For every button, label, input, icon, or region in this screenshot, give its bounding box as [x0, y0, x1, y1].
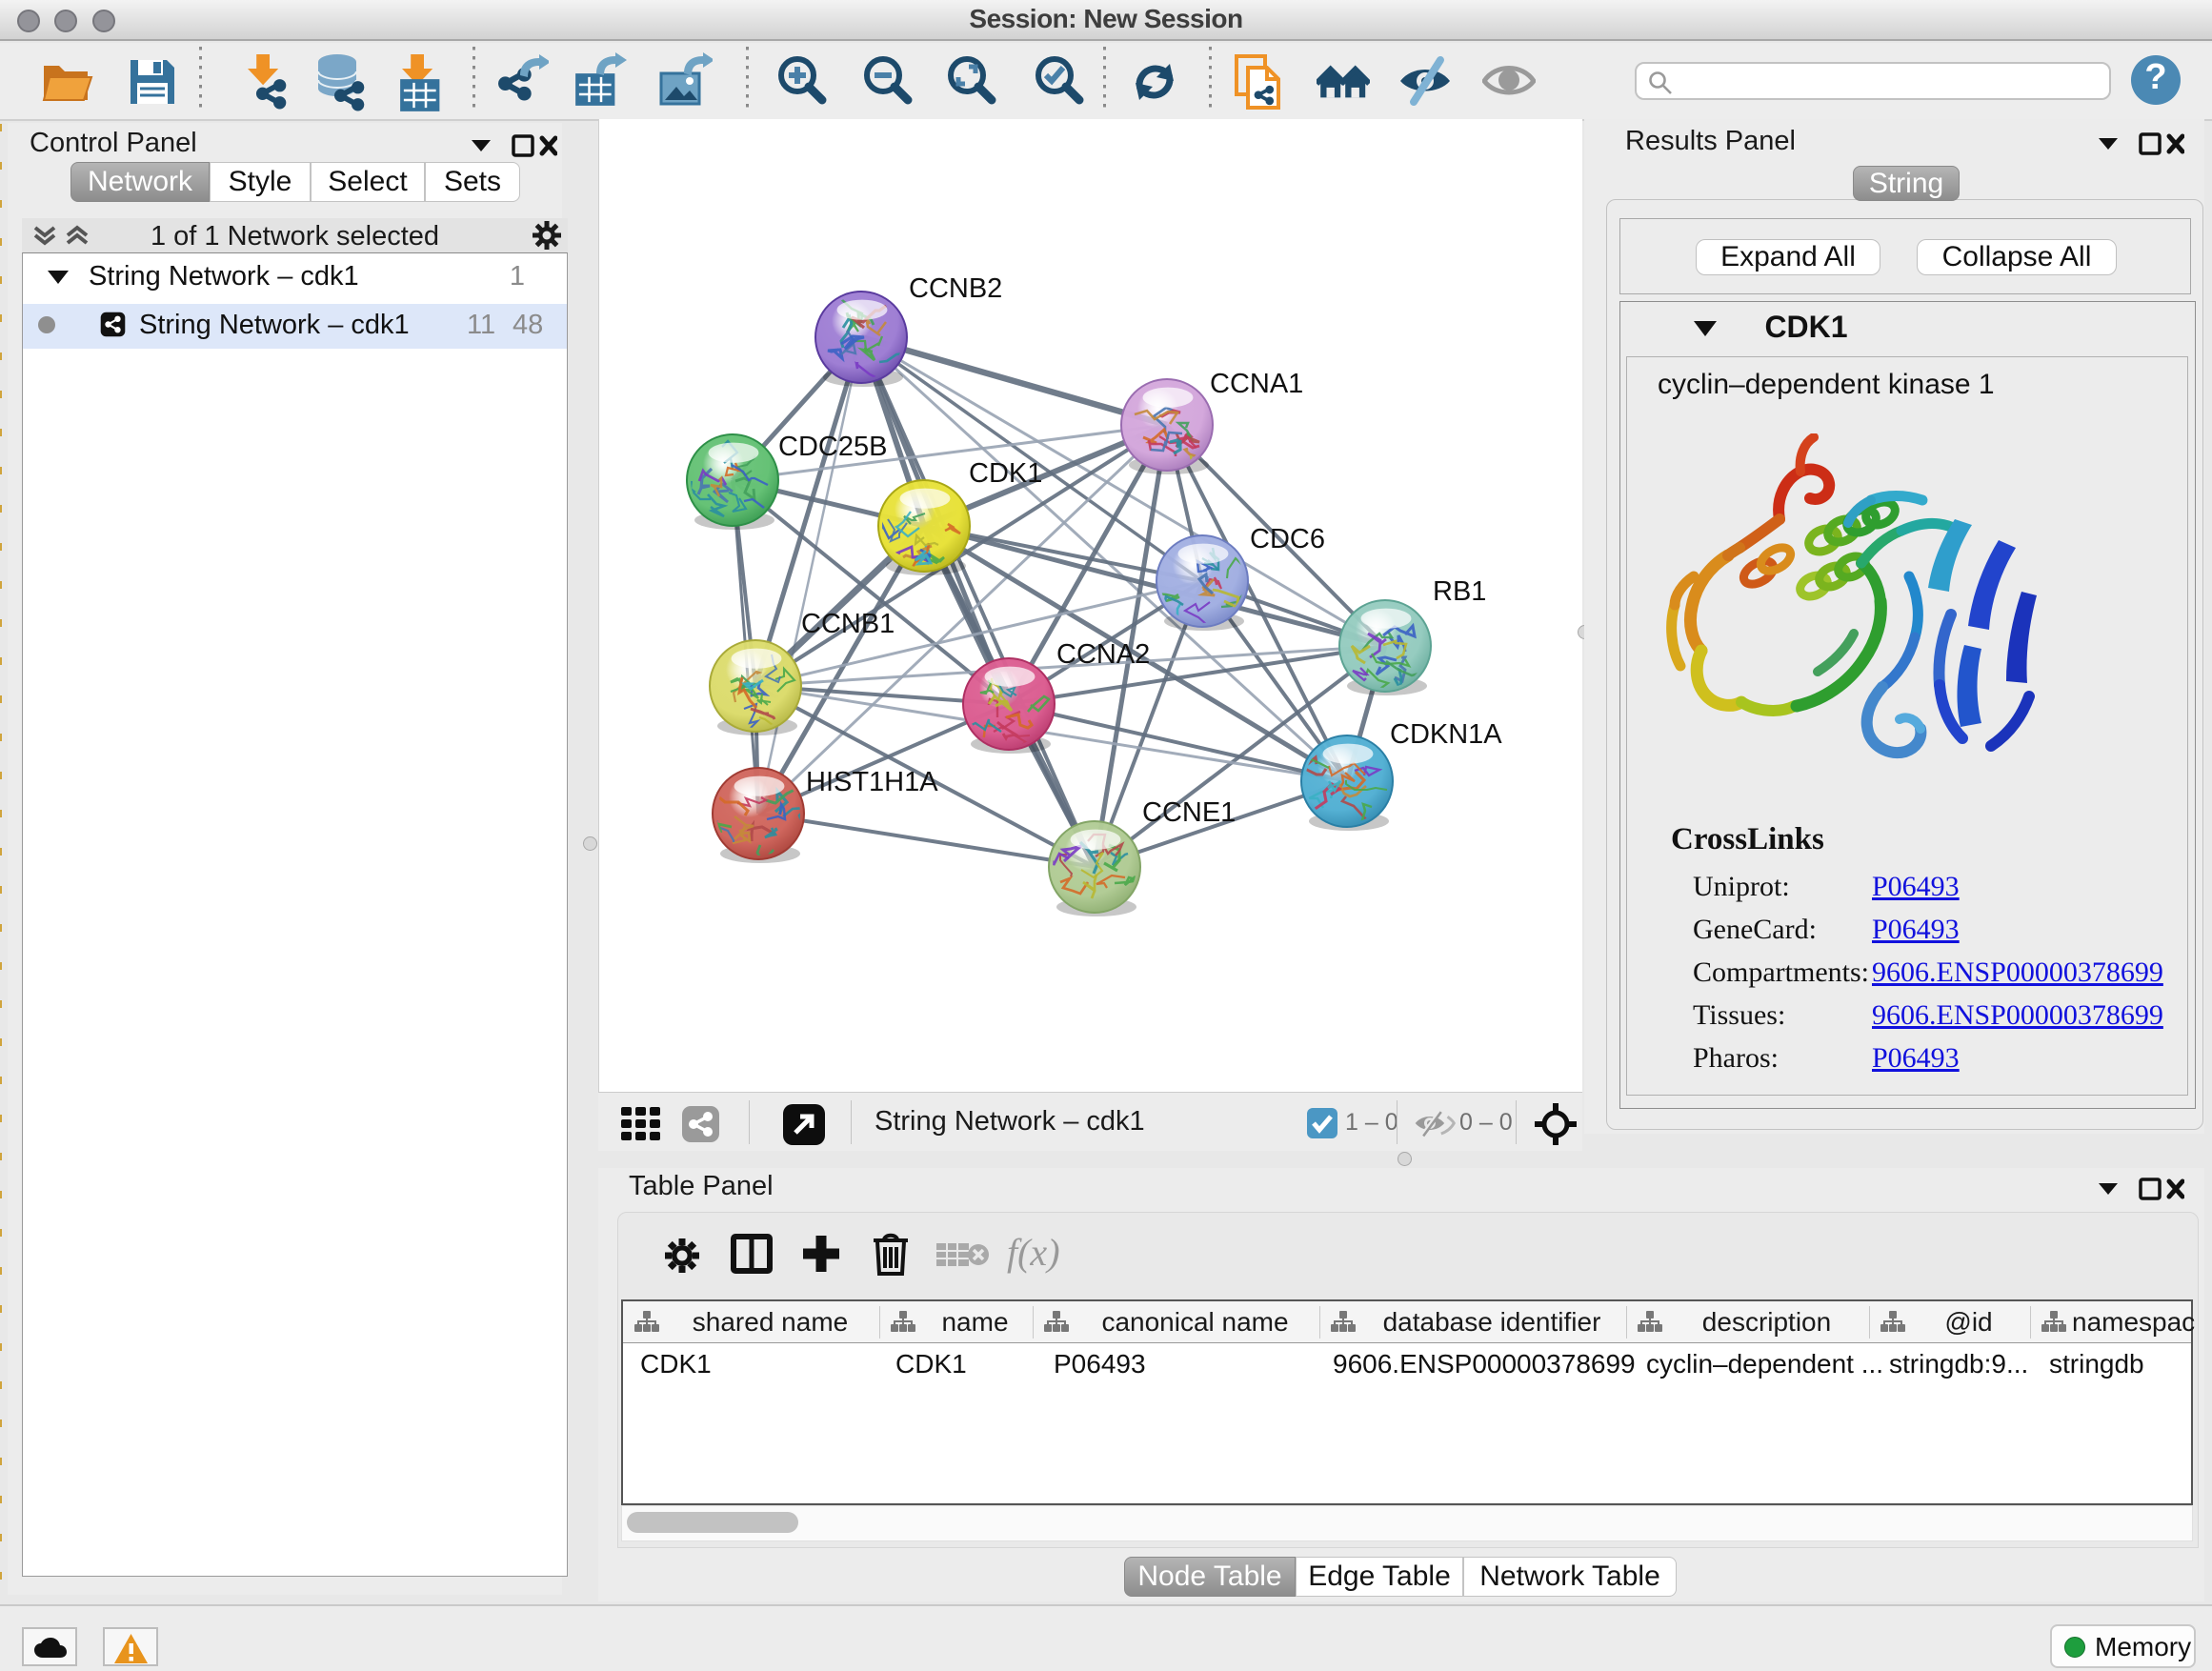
svg-text:CCNE1: CCNE1: [1142, 797, 1236, 828]
svg-text:CDC25B: CDC25B: [778, 432, 887, 462]
svg-text:CDK1: CDK1: [969, 458, 1042, 489]
svg-text:CCNA2: CCNA2: [1056, 639, 1150, 670]
svg-text:CCNB1: CCNB1: [801, 609, 895, 639]
svg-text:CCNB2: CCNB2: [909, 273, 1002, 304]
svg-text:HIST1H1A: HIST1H1A: [806, 767, 938, 797]
svg-text:CCNA1: CCNA1: [1210, 369, 1303, 399]
svg-text:CDKN1A: CDKN1A: [1390, 719, 1502, 750]
svg-text:CDC6: CDC6: [1250, 524, 1325, 554]
svg-text:RB1: RB1: [1433, 576, 1486, 607]
